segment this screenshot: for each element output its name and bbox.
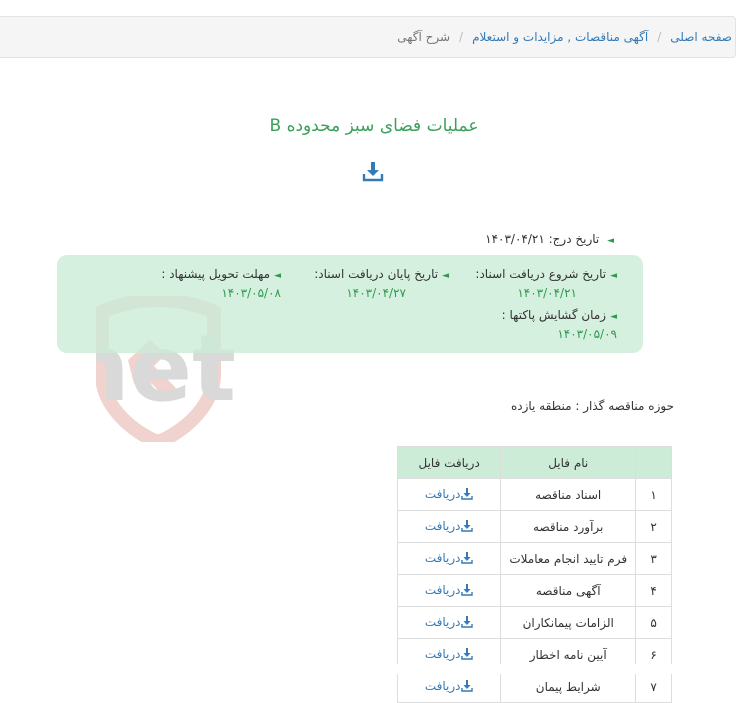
page-title: عملیات فضای سبز محدوده B	[269, 116, 479, 136]
download-label: دریافت	[424, 486, 461, 501]
file-name: الزامات پیمانکاران	[500, 606, 637, 639]
end-date-value: ۱۴۰۳/۰۴/۲۷	[346, 286, 406, 300]
table-row: ۲ برآورد مناقصه دریافت	[396, 510, 672, 543]
column-header-download: دریافت فایل	[396, 446, 502, 479]
insert-date-label: تاریخ درج:	[548, 232, 600, 246]
row-number: ۳	[635, 542, 672, 575]
download-link[interactable]: دریافت	[396, 510, 502, 543]
download-link[interactable]: دریافت	[396, 670, 502, 703]
row-number: ۴	[635, 574, 672, 607]
deadline-label: مهلت تحویل پیشنهاد :	[161, 267, 271, 281]
triangle-bullet-icon: ◄	[610, 312, 617, 322]
triangle-bullet-icon: ◄	[607, 236, 614, 246]
dates-panel: ◄تاریخ شروع دریافت اسناد: ۱۴۰۳/۰۴/۲۱ ◄تا…	[57, 255, 643, 353]
download-label: دریافت	[424, 678, 461, 693]
table-row: ۳ فرم تایید انجام معاملات دریافت	[396, 542, 672, 575]
download-link[interactable]: دریافت	[396, 574, 502, 607]
download-link[interactable]: دریافت	[396, 542, 502, 575]
file-name: شرایط پیمان	[500, 670, 637, 703]
download-icon	[461, 519, 474, 535]
download-icon	[461, 615, 474, 631]
breadcrumb-current: شرح آگهی	[397, 30, 451, 44]
table-row: ۷ شرایط پیمان دریافت	[396, 670, 672, 703]
column-header-num	[635, 446, 672, 479]
download-icon	[461, 583, 474, 599]
download-label: دریافت	[424, 614, 461, 629]
download-icon	[461, 487, 474, 503]
file-name: برآورد مناقصه	[500, 510, 637, 543]
file-name: اسناد مناقصه	[500, 478, 637, 511]
download-label: دریافت	[424, 518, 461, 533]
file-name: فرم تایید انجام معاملات	[500, 542, 637, 575]
download-link[interactable]: دریافت	[396, 606, 502, 639]
download-label: دریافت	[424, 646, 461, 661]
triangle-bullet-icon: ◄	[610, 271, 617, 281]
download-icon	[461, 551, 474, 567]
download-icon	[461, 679, 474, 695]
breadcrumb: صفحه اصلی / آگهی مناقصات , مزایدات و است…	[0, 16, 736, 58]
insert-date-value: ۱۴۰۳/۰۴/۲۱	[485, 232, 545, 246]
triangle-bullet-icon: ◄	[442, 271, 449, 281]
start-date-field: ◄تاریخ شروع دریافت اسناد: ۱۴۰۳/۰۴/۲۱	[475, 267, 617, 300]
end-date-label: تاریخ پایان دریافت اسناد:	[314, 267, 439, 281]
opening-label: زمان گشایش پاکتها :	[501, 308, 607, 322]
opening-field: ◄زمان گشایش پاکتها : ۱۴۰۳/۰۵/۰۹	[502, 308, 617, 341]
deadline-field: ◄مهلت تحویل پیشنهاد : ۱۴۰۳/۰۵/۰۸	[161, 267, 281, 300]
breadcrumb-home-link[interactable]: صفحه اصلی	[670, 30, 732, 44]
download-label: دریافت	[424, 582, 461, 597]
tender-authority: حوزه مناقصه گذار : منطقه یازده	[510, 399, 674, 413]
start-date-label: تاریخ شروع دریافت اسناد:	[475, 267, 607, 281]
triangle-bullet-icon: ◄	[274, 271, 281, 281]
download-link[interactable]: دریافت	[396, 478, 502, 511]
breadcrumb-separator: /	[459, 30, 464, 44]
opening-value: ۱۴۰۳/۰۵/۰۹	[557, 327, 617, 341]
deadline-value: ۱۴۰۳/۰۵/۰۸	[221, 286, 281, 300]
file-name: آگهی مناقصه	[500, 574, 637, 607]
row-number: ۱	[635, 478, 672, 511]
start-date-value: ۱۴۰۳/۰۴/۲۱	[517, 286, 577, 300]
table-row: ۵ الزامات پیمانکاران دریافت	[396, 606, 672, 639]
table-row: ۱ اسناد مناقصه دریافت	[396, 478, 672, 511]
insert-date: ◄ تاریخ درج: ۱۴۰۳/۰۴/۲۱	[485, 232, 614, 246]
download-icon	[461, 647, 474, 663]
row-number: ۵	[635, 606, 672, 639]
download-label: دریافت	[424, 550, 461, 565]
breadcrumb-separator: /	[657, 30, 662, 44]
table-header-row: نام فایل دریافت فایل	[396, 446, 672, 479]
table-cutoff	[390, 664, 680, 674]
row-number: ۷	[635, 670, 672, 703]
column-header-file-name: نام فایل	[500, 446, 637, 479]
download-icon[interactable]	[362, 160, 384, 182]
breadcrumb-section-link[interactable]: آگهی مناقصات , مزایدات و استعلام	[472, 30, 648, 44]
row-number: ۲	[635, 510, 672, 543]
table-row: ۴ آگهی مناقصه دریافت	[396, 574, 672, 607]
end-date-field: ◄تاریخ پایان دریافت اسناد: ۱۴۰۳/۰۴/۲۷	[314, 267, 449, 300]
